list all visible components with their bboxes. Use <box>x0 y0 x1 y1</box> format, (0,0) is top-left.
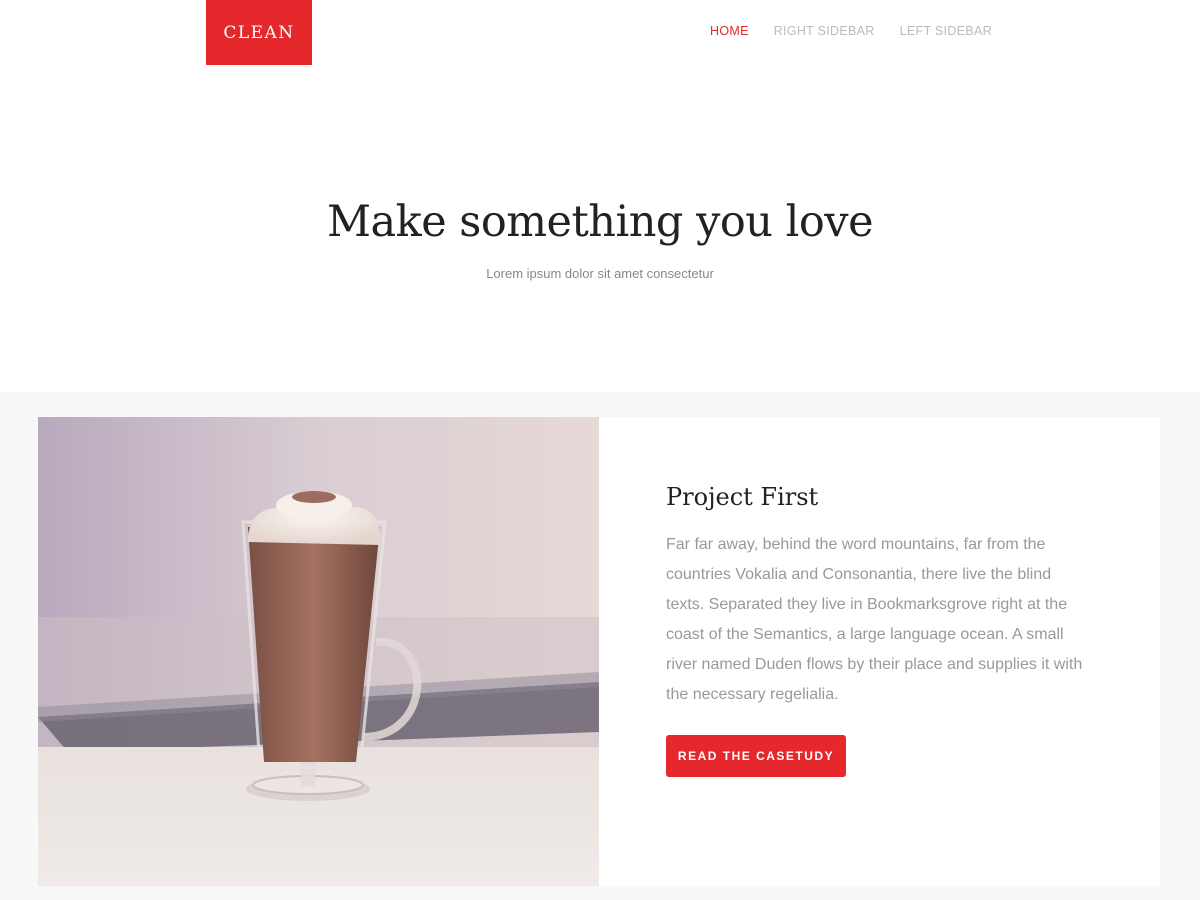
project-title: Project First <box>666 483 819 511</box>
photo-illustration <box>38 417 599 886</box>
hero-title: Make something you love <box>326 197 874 247</box>
logo[interactable]: CLEAN <box>206 0 312 65</box>
nav-item-home[interactable]: HOME <box>710 24 749 38</box>
nav-item-right-sidebar[interactable]: RIGHT SIDEBAR <box>774 24 875 38</box>
projects-section: Project First Far far away, behind the w… <box>0 392 1200 900</box>
project-description: Far far away, behind the word mountains,… <box>666 536 1083 703</box>
nav-item-left-sidebar[interactable]: LEFT SIDEBAR <box>900 24 992 38</box>
hero-subtitle: Lorem ipsum dolor sit amet consectetur <box>486 266 714 281</box>
main-nav: HOME RIGHT SIDEBAR LEFT SIDEBAR <box>710 24 1017 38</box>
project-content: Project First Far far away, behind the w… <box>599 417 1160 886</box>
project-card: Project First Far far away, behind the w… <box>38 417 1160 886</box>
site-header: CLEAN HOME RIGHT SIDEBAR LEFT SIDEBAR <box>0 0 1200 65</box>
read-casestudy-button[interactable]: READ THE CASETUDY <box>666 735 846 777</box>
hot-chocolate-photo <box>38 417 599 886</box>
hero: Make something you love Lorem ipsum dolo… <box>0 65 1200 392</box>
